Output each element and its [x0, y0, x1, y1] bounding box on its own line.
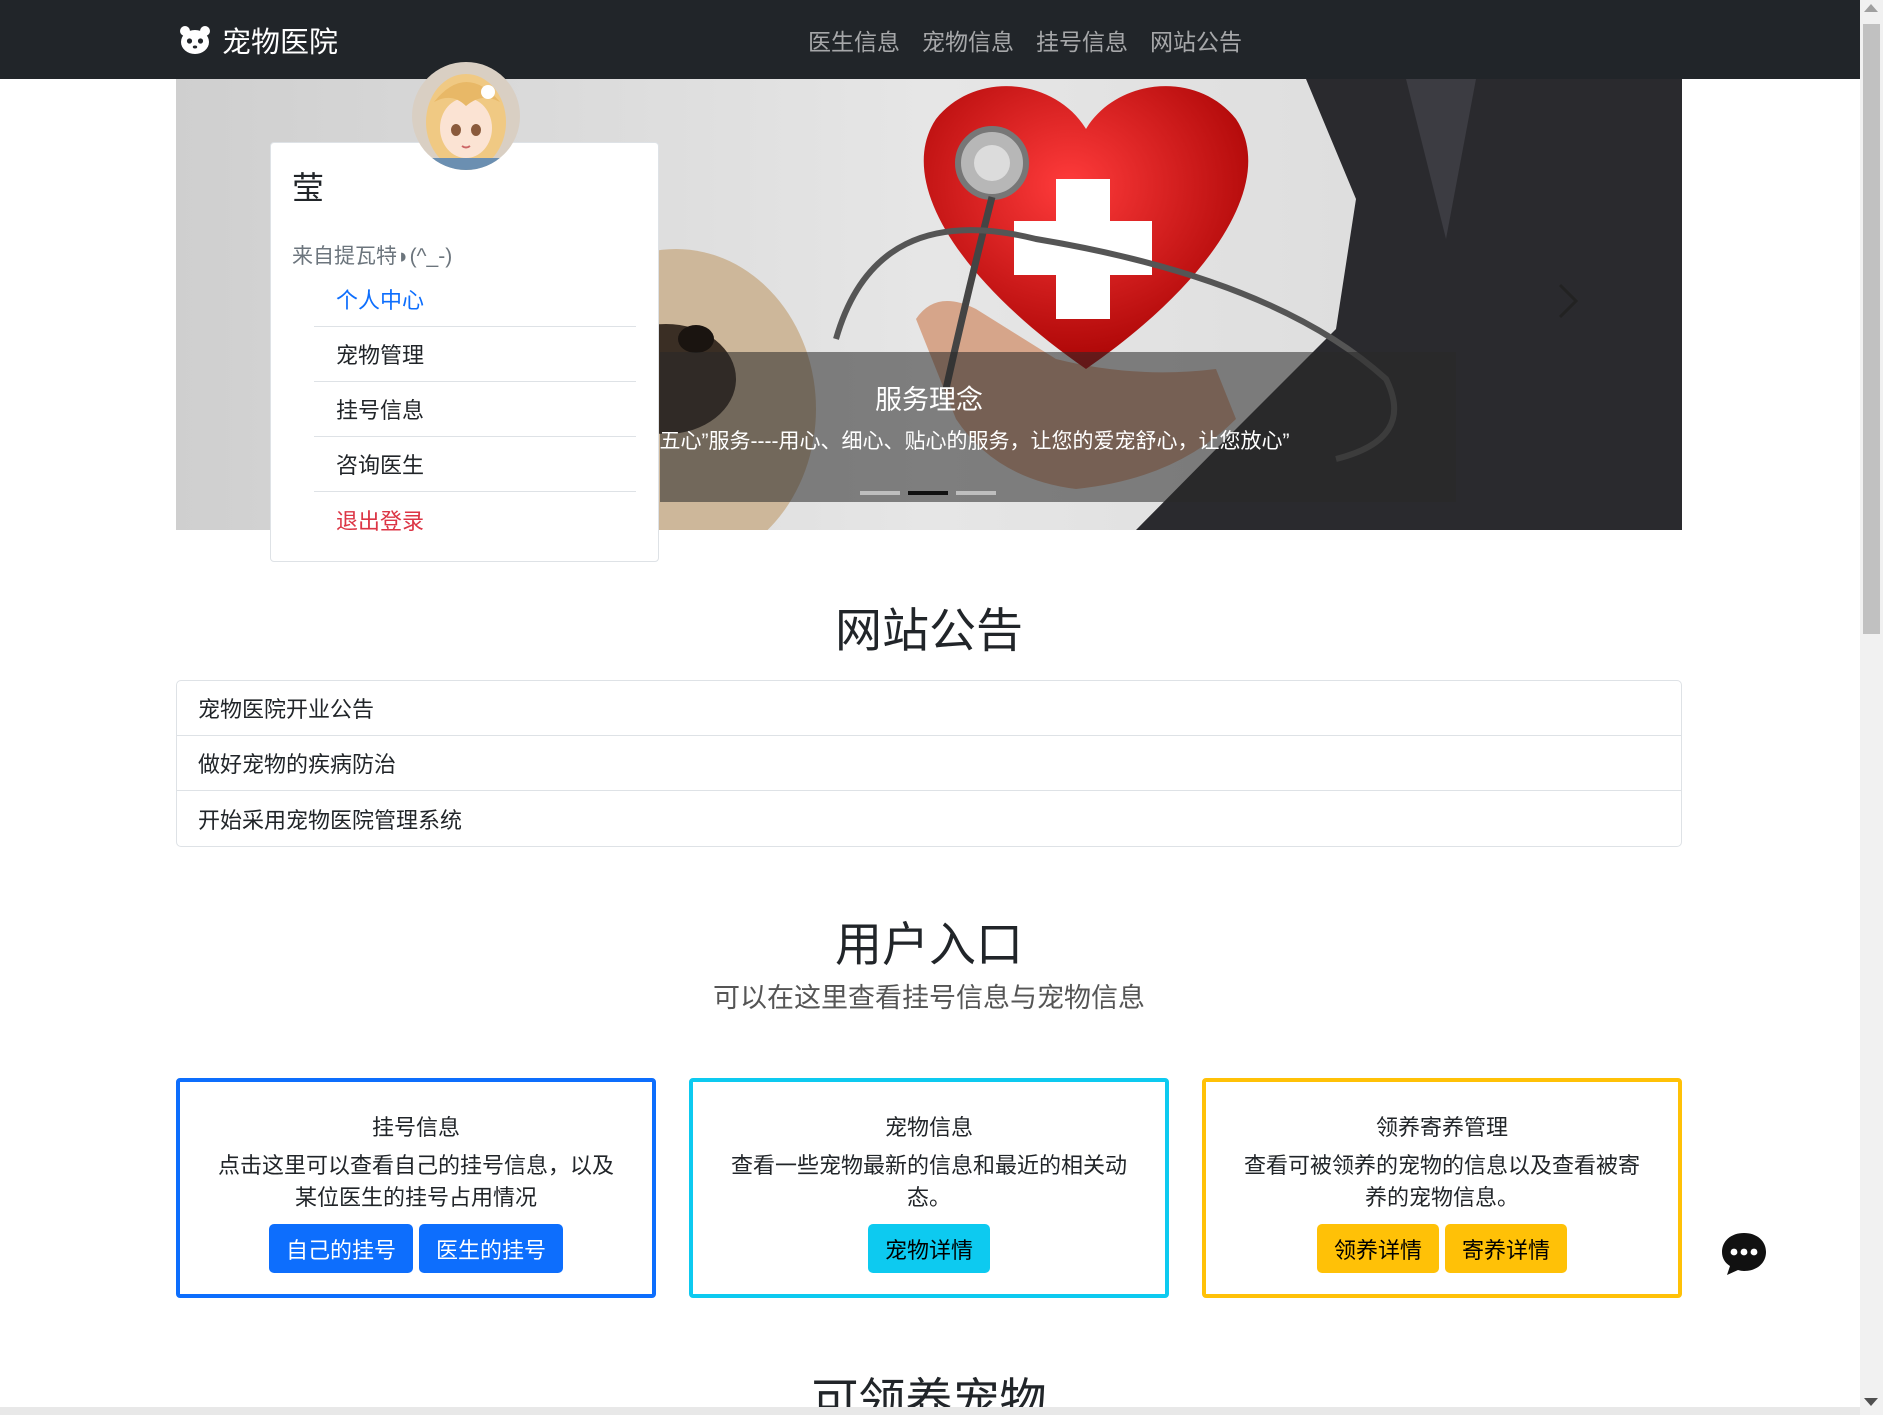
avatar-image: [412, 62, 520, 170]
carousel-indicators: [860, 491, 996, 495]
announcement-item[interactable]: 宠物医院开业公告: [177, 681, 1681, 736]
carousel-indicator-3[interactable]: [956, 491, 996, 495]
card-buttons: 宠物详情: [693, 1224, 1165, 1273]
announcement-list: 宠物医院开业公告 做好宠物的疾病防治 开始采用宠物医院管理系统: [176, 680, 1682, 847]
announcement-item[interactable]: 开始采用宠物医院管理系统: [177, 791, 1681, 846]
chevron-right-icon[interactable]: [1552, 281, 1582, 321]
vertical-scrollbar-thumb[interactable]: [1863, 24, 1880, 634]
profile-subtitle: 来自提瓦特◗(^_-): [292, 245, 453, 268]
announcements-title: 网站公告: [835, 604, 1023, 657]
card-buttons: 领养详情 寄养详情: [1206, 1224, 1678, 1273]
card-title: 宠物信息: [884, 1115, 973, 1140]
card-title: 挂号信息: [371, 1115, 460, 1140]
card-adoption-foster: 领养寄养管理 查看可被领养的宠物的信息以及查看被寄养的宠物信息。 领养详情 寄养…: [1202, 1078, 1682, 1298]
card-buttons: 自己的挂号 医生的挂号: [180, 1224, 652, 1273]
menu-item-logout[interactable]: 退出登录: [314, 492, 636, 547]
card-text: 查看可被领养的宠物的信息以及查看被寄养的宠物信息。: [1243, 1153, 1640, 1210]
chat-bubble-icon[interactable]: [1720, 1230, 1768, 1278]
card-text: 点击这里可以查看自己的挂号信息，以及某位医生的挂号占用情况: [217, 1153, 614, 1210]
carousel-indicator-1[interactable]: [860, 491, 900, 495]
nav-link-announcements[interactable]: 网站公告: [1150, 23, 1242, 57]
my-registrations-button[interactable]: 自己的挂号: [268, 1224, 413, 1273]
nav-link-doctor-info[interactable]: 医生信息: [808, 23, 900, 57]
horizontal-scrollbar[interactable]: [0, 1407, 1860, 1415]
menu-item-personal-center[interactable]: 个人中心: [314, 272, 636, 327]
carousel-indicator-2[interactable]: [908, 491, 948, 495]
adoption-details-button[interactable]: 领养详情: [1316, 1224, 1439, 1273]
user-entry-title: 用户入口: [835, 918, 1023, 971]
brand-title: 宠物医院: [222, 26, 339, 59]
panda-logo-icon: [180, 25, 210, 54]
avatar[interactable]: [412, 62, 520, 170]
user-entry-subtitle: 可以在这里查看挂号信息与宠物信息: [713, 983, 1145, 1013]
pet-details-button[interactable]: 宠物详情: [867, 1224, 990, 1273]
scroll-up-arrow-icon[interactable]: [1864, 4, 1878, 12]
announcement-item[interactable]: 做好宠物的疾病防治: [177, 736, 1681, 791]
profile-name: 莹: [292, 170, 325, 206]
brand[interactable]: 宠物医院: [178, 0, 338, 79]
nav-links: 医生信息 宠物信息 挂号信息 网站公告: [808, 0, 1242, 79]
scroll-down-arrow-icon[interactable]: [1864, 1398, 1878, 1406]
nav-link-pet-info[interactable]: 宠物信息: [922, 23, 1014, 57]
card-title: 领养寄养管理: [1375, 1115, 1508, 1140]
profile-menu: 个人中心 宠物管理 挂号信息 咨询医生 退出登录: [314, 272, 636, 547]
card-pet-info: 宠物信息 查看一些宠物最新的信息和最近的相关动态。 宠物详情: [689, 1078, 1169, 1298]
menu-item-pet-management[interactable]: 宠物管理: [314, 327, 636, 382]
card-text: 查看一些宠物最新的信息和最近的相关动态。: [730, 1153, 1127, 1210]
menu-item-registration-info[interactable]: 挂号信息: [314, 382, 636, 437]
nav-link-registration-info[interactable]: 挂号信息: [1036, 23, 1128, 57]
menu-item-consult-doctor[interactable]: 咨询医生: [314, 437, 636, 492]
foster-details-button[interactable]: 寄养详情: [1445, 1224, 1568, 1273]
card-registration: 挂号信息 点击这里可以查看自己的挂号信息，以及某位医生的挂号占用情况 自己的挂号…: [176, 1078, 656, 1298]
navbar: 宠物医院 医生信息 宠物信息 挂号信息 网站公告: [0, 0, 1860, 79]
doctor-registrations-button[interactable]: 医生的挂号: [419, 1224, 564, 1273]
